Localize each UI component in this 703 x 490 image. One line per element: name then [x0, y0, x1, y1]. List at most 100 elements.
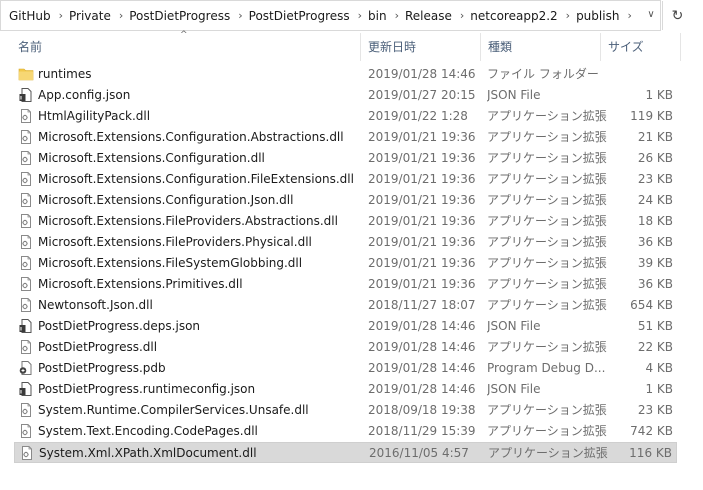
- file-name: PostDietProgress.deps.json: [38, 319, 201, 333]
- breadcrumb-item[interactable]: Private ›: [63, 1, 123, 30]
- file-size: 18 KB: [637, 214, 673, 228]
- breadcrumb-item[interactable]: GitHub ›: [1, 1, 63, 30]
- file-row[interactable]: HtmlAgilityPack.dll 2019/01/22 1:28 アプリケーシ…: [14, 106, 677, 127]
- file-row[interactable]: Microsoft.Extensions.Primitives.dll 2019/…: [14, 274, 677, 295]
- address-history-dropdown-icon[interactable]: ∨: [644, 6, 658, 24]
- json-file-icon: [18, 318, 34, 334]
- breadcrumb-item[interactable]: PostDietProgress ›: [123, 1, 242, 30]
- file-row[interactable]: App.config.json 2019/01/27 20:15 JSON File…: [14, 85, 677, 106]
- file-row[interactable]: Microsoft.Extensions.FileProviders.Abstr…: [14, 211, 677, 232]
- dll-file-icon: [18, 171, 34, 187]
- dll-file-icon: [18, 192, 34, 208]
- file-size: 742 KB: [630, 424, 673, 438]
- file-name: Microsoft.Extensions.Configuration.dll: [38, 151, 265, 165]
- file-modified-date: 2019/01/21 19:36: [368, 277, 476, 291]
- file-type: アプリケーション拡張: [487, 340, 607, 354]
- dll-file-icon: [18, 297, 34, 313]
- file-row[interactable]: Microsoft.Extensions.FileSystemGlobbing.…: [14, 253, 677, 274]
- file-modified-date: 2019/01/21 19:36: [368, 172, 476, 186]
- file-row[interactable]: System.Xml.XPath.XmlDocument.dll 2016/11/…: [14, 442, 677, 463]
- file-name: Newtonsoft.Json.dll: [38, 298, 153, 312]
- file-modified-date: 2018/09/18 19:38: [368, 403, 476, 417]
- file-type: アプリケーション拡張: [487, 130, 607, 144]
- dll-file-icon: [18, 129, 34, 145]
- file-name: Microsoft.Extensions.Configuration.Abstr…: [38, 130, 344, 144]
- breadcrumb-label: netcoreapp2.2: [470, 8, 558, 23]
- dll-file-icon: [18, 276, 34, 292]
- file-row[interactable]: Microsoft.Extensions.Configuration.Abstr…: [14, 127, 677, 148]
- file-row[interactable]: System.Text.Encoding.CodePages.dll 2018/1…: [14, 421, 677, 442]
- file-size: 23 KB: [637, 403, 673, 417]
- sort-ascending-icon: ^: [180, 30, 188, 40]
- file-row[interactable]: Microsoft.Extensions.FileProviders.Physi…: [14, 232, 677, 253]
- file-size: 24 KB: [637, 193, 673, 207]
- column-header-name[interactable]: 名前: [18, 38, 42, 56]
- file-name: PostDietProgress.pdb: [38, 361, 166, 375]
- file-row[interactable]: PostDietProgress.pdb 2019/01/28 14:46 Prog…: [14, 358, 677, 379]
- file-modified-date: 2019/01/28 14:46: [368, 361, 476, 375]
- file-type: Program Debug D...: [487, 361, 606, 375]
- file-modified-date: 2019/01/27 20:15: [368, 88, 476, 102]
- breadcrumb-label: Release: [405, 8, 452, 23]
- address-bar[interactable]: GitHub › Private › PostDietProgress › PostDiet…: [0, 0, 661, 31]
- file-modified-date: 2019/01/28 14:46: [368, 382, 476, 396]
- column-header-date[interactable]: 更新日時: [368, 38, 416, 56]
- dll-file-icon: [18, 108, 34, 124]
- breadcrumb-item[interactable]: publish ›: [570, 1, 632, 30]
- dll-file-icon: [18, 150, 34, 166]
- file-modified-date: 2019/01/21 19:36: [368, 193, 476, 207]
- column-divider[interactable]: [600, 33, 601, 61]
- file-type: JSON File: [487, 319, 541, 333]
- breadcrumb-item[interactable]: netcoreapp2.2 ›: [464, 1, 570, 30]
- file-size: 1 KB: [645, 88, 673, 102]
- file-name: Microsoft.Extensions.FileSystemGlobbing.…: [38, 256, 303, 270]
- file-row[interactable]: Microsoft.Extensions.Configuration.FileE…: [14, 169, 677, 190]
- file-type: アプリケーション拡張: [487, 256, 607, 270]
- file-modified-date: 2019/01/21 19:36: [368, 235, 476, 249]
- column-divider[interactable]: [360, 33, 361, 61]
- folder-icon: [18, 66, 34, 82]
- file-modified-date: 2019/01/21 19:36: [368, 256, 476, 270]
- file-type: アプリケーション拡張: [488, 446, 608, 460]
- column-header-size[interactable]: サイズ: [608, 38, 644, 56]
- breadcrumb-item[interactable]: Release ›: [399, 1, 464, 30]
- column-header-type[interactable]: 種類: [488, 38, 512, 56]
- file-size: 21 KB: [637, 130, 673, 144]
- file-size: 116 KB: [629, 446, 672, 460]
- refresh-button[interactable]: ↻: [662, 1, 692, 30]
- breadcrumb-item[interactable]: PostDietProgress ›: [243, 1, 362, 30]
- file-type: アプリケーション拡張: [487, 151, 607, 165]
- json-file-icon: [18, 381, 34, 397]
- file-type: アプリケーション拡張: [487, 424, 607, 438]
- column-divider[interactable]: [480, 33, 481, 61]
- file-type: アプリケーション拡張: [487, 172, 607, 186]
- breadcrumb-label: Private: [69, 8, 111, 23]
- file-modified-date: 2018/11/27 18:07: [368, 298, 476, 312]
- file-row[interactable]: PostDietProgress.deps.json 2019/01/28 14:…: [14, 316, 677, 337]
- file-type: アプリケーション拡張: [487, 277, 607, 291]
- file-size: 51 KB: [637, 319, 673, 333]
- dll-file-icon: [18, 423, 34, 439]
- file-row[interactable]: runtimes 2019/01/28 14:46 ファイル フォルダー: [14, 64, 677, 85]
- file-type: アプリケーション拡張: [487, 403, 607, 417]
- file-type: アプリケーション拡張: [487, 109, 607, 123]
- dll-file-icon: [18, 213, 34, 229]
- file-type: ファイル フォルダー: [487, 67, 599, 81]
- file-row[interactable]: System.Runtime.CompilerServices.Unsafe.d…: [14, 400, 677, 421]
- file-row[interactable]: PostDietProgress.dll 2019/01/28 14:46 アプリケ…: [14, 337, 677, 358]
- file-type: アプリケーション拡張: [487, 235, 607, 249]
- breadcrumb-item[interactable]: bin ›: [362, 1, 399, 30]
- file-row[interactable]: Microsoft.Extensions.Configuration.Json.…: [14, 190, 677, 211]
- file-row[interactable]: Microsoft.Extensions.Configuration.dll 20…: [14, 148, 677, 169]
- dll-file-icon: [19, 445, 35, 461]
- column-divider[interactable]: [680, 33, 681, 61]
- file-row[interactable]: PostDietProgress.runtimeconfig.json 2019/…: [14, 379, 677, 400]
- file-type: アプリケーション拡張: [487, 193, 607, 207]
- file-size: 36 KB: [637, 277, 673, 291]
- file-explorer-window: GitHub › Private › PostDietProgress › PostDiet…: [0, 0, 703, 490]
- file-name: Microsoft.Extensions.Configuration.FileE…: [38, 172, 354, 186]
- file-row[interactable]: Newtonsoft.Json.dll 2018/11/27 18:07 アプリケー…: [14, 295, 677, 316]
- file-type: JSON File: [487, 382, 541, 396]
- file-name: HtmlAgilityPack.dll: [38, 109, 151, 123]
- breadcrumb-separator-icon[interactable]: ›: [627, 9, 631, 22]
